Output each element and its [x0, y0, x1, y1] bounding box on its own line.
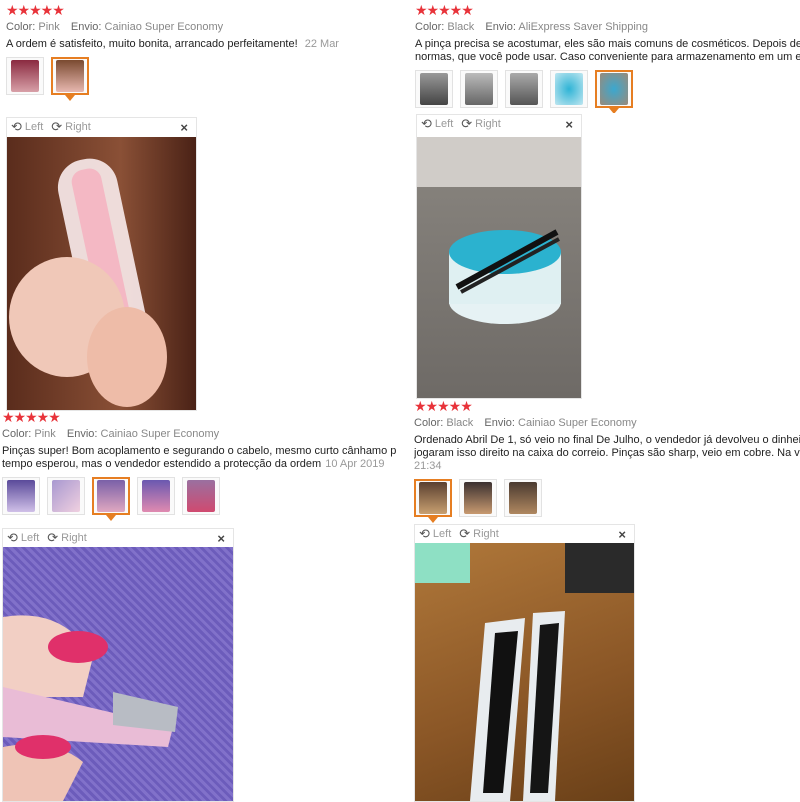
photo-thumbnail-selected[interactable]: [92, 477, 130, 521]
shipping-value: Cainiao Super Economy: [518, 417, 637, 429]
shipping-key: Envio:: [66, 428, 98, 440]
review-date: 10 Apr 2019: [325, 458, 385, 470]
viewer-toolbar: ⟲ Left ⟳ Right ×: [415, 525, 634, 543]
review-text-line: jogaram isso direito na caixa do correio…: [414, 447, 800, 459]
review-meta: Color: Pink Envio: Cainiao Super Economy: [2, 428, 398, 440]
close-icon[interactable]: ×: [217, 531, 225, 546]
thumbnail-strip: [414, 479, 800, 523]
photo-thumbnail-selected[interactable]: [51, 57, 89, 101]
review-text-line: A pinça precisa se acostumar, eles são m…: [415, 38, 800, 50]
review-meta: Color: Black Envio: AliExpress Saver Shi…: [415, 21, 800, 33]
rotate-right-icon[interactable]: ⟳: [461, 116, 472, 132]
review-text-line: Ordenado Abril De 1, só veio no final De…: [414, 434, 800, 446]
photo-image: [415, 543, 634, 801]
shipping-value: AliExpress Saver Shipping: [518, 21, 649, 33]
rating-stars: ★★★★★: [6, 3, 65, 18]
color-key: Color:: [415, 21, 445, 33]
review-photo: [3, 547, 233, 801]
photo-thumbnail[interactable]: [182, 477, 220, 515]
shipping-value: Cainiao Super Economy: [100, 428, 220, 440]
color-key: Color:: [2, 428, 32, 440]
photo-image: [417, 137, 581, 324]
shipping-key: Envio:: [484, 417, 515, 429]
review-text-line: A ordem é satisfeito, muito bonita, arra…: [6, 38, 298, 50]
photo-thumbnail[interactable]: [2, 477, 40, 515]
shipping-value: Cainiao Super Economy: [104, 21, 224, 33]
review-card: ★★★★★ Color: Black Envio: AliExpress Sav…: [415, 3, 800, 113]
rating-stars: ★★★★★: [415, 3, 474, 18]
photo-thumbnail[interactable]: [504, 479, 542, 517]
photo-viewer: ⟲ Left ⟳ Right ×: [416, 114, 582, 399]
review-meta: Color: Black Envio: Cainiao Super Econom…: [414, 417, 800, 429]
color-key: Color:: [414, 417, 444, 429]
photo-thumbnail[interactable]: [459, 479, 497, 517]
rotate-left-button[interactable]: Left: [21, 532, 39, 544]
review-text: A pinça precisa se acostumar, eles são m…: [415, 38, 800, 64]
review-card: ★★★★★ Color: Black Envio: Cainiao Super …: [414, 399, 800, 524]
thumbnail-strip: [2, 477, 398, 521]
review-date: 22 Mar: [304, 38, 339, 50]
photo-image: [3, 547, 233, 801]
review-text-line: tempo esperou, mas o vendedor estendido …: [2, 458, 322, 470]
rotate-right-button[interactable]: Right: [65, 121, 91, 133]
thumbnail-strip: [6, 57, 400, 101]
photo-thumbnail[interactable]: [47, 477, 85, 515]
color-key: Color:: [6, 21, 36, 33]
review-photo: [417, 137, 581, 398]
close-icon[interactable]: ×: [180, 120, 188, 135]
rotate-left-button[interactable]: Left: [435, 118, 453, 130]
review-card: ★★★★★ Color: Pink Envio: Cainiao Super E…: [6, 3, 400, 113]
photo-thumbnail-selected[interactable]: [414, 479, 452, 523]
rotate-left-icon[interactable]: ⟲: [421, 116, 432, 132]
rotate-right-button[interactable]: Right: [475, 118, 501, 130]
review-text: Pinças super! Bom acoplamento e segurand…: [2, 445, 398, 471]
thumbnail-strip: [415, 70, 800, 113]
photo-image: [9, 158, 167, 407]
rotate-left-icon[interactable]: ⟲: [419, 526, 430, 542]
review-card: ★★★★★ Color: Pink Envio: Cainiao Super E…: [2, 410, 398, 530]
photo-thumbnail[interactable]: [137, 477, 175, 515]
rotate-right-button[interactable]: Right: [61, 532, 87, 544]
viewer-toolbar: ⟲ Left ⟳ Right ×: [7, 118, 196, 136]
color-value: Black: [446, 417, 474, 429]
rotate-right-icon[interactable]: ⟳: [459, 526, 470, 542]
review-date: 21:34: [414, 460, 442, 472]
photo-thumbnail[interactable]: [460, 70, 498, 108]
review-text-line: normas, que você pode usar. Caso conveni…: [415, 51, 800, 63]
rotate-right-icon[interactable]: ⟳: [51, 119, 62, 135]
viewer-toolbar: ⟲ Left ⟳ Right ×: [3, 529, 233, 547]
close-icon[interactable]: ×: [565, 117, 573, 132]
review-text: A ordem é satisfeito, muito bonita, arra…: [6, 38, 400, 51]
review-meta: Color: Pink Envio: Cainiao Super Economy: [6, 21, 400, 33]
rotate-left-button[interactable]: Left: [433, 528, 451, 540]
rotate-left-icon[interactable]: ⟲: [7, 530, 18, 546]
rotate-right-icon[interactable]: ⟳: [47, 530, 58, 546]
photo-thumbnail[interactable]: [6, 57, 44, 95]
shipping-key: Envio:: [70, 21, 102, 33]
review-text: Ordenado Abril De 1, só veio no final De…: [414, 434, 800, 473]
rating-stars: ★★★★★: [2, 410, 61, 425]
viewer-toolbar: ⟲ Left ⟳ Right ×: [417, 115, 581, 133]
review-text-line: Pinças super! Bom acoplamento e segurand…: [2, 445, 397, 457]
color-value: Pink: [38, 21, 60, 33]
review-photo: [415, 543, 634, 801]
color-value: Black: [447, 21, 475, 33]
rotate-left-button[interactable]: Left: [25, 121, 43, 133]
photo-thumbnail[interactable]: [505, 70, 543, 108]
rotate-left-icon[interactable]: ⟲: [11, 119, 22, 135]
photo-thumbnail-selected[interactable]: [595, 70, 633, 113]
review-photo: [7, 137, 196, 410]
close-icon[interactable]: ×: [618, 527, 626, 542]
color-value: Pink: [34, 428, 56, 440]
photo-viewer: ⟲ Left ⟳ Right ×: [6, 117, 197, 411]
photo-viewer: ⟲ Left ⟳ Right ×: [2, 528, 234, 802]
photo-viewer: ⟲ Left ⟳ Right ×: [414, 524, 635, 802]
rating-stars: ★★★★★: [414, 399, 473, 414]
rotate-right-button[interactable]: Right: [473, 528, 499, 540]
photo-thumbnail[interactable]: [415, 70, 453, 108]
shipping-key: Envio:: [485, 21, 516, 33]
photo-thumbnail[interactable]: [550, 70, 588, 108]
